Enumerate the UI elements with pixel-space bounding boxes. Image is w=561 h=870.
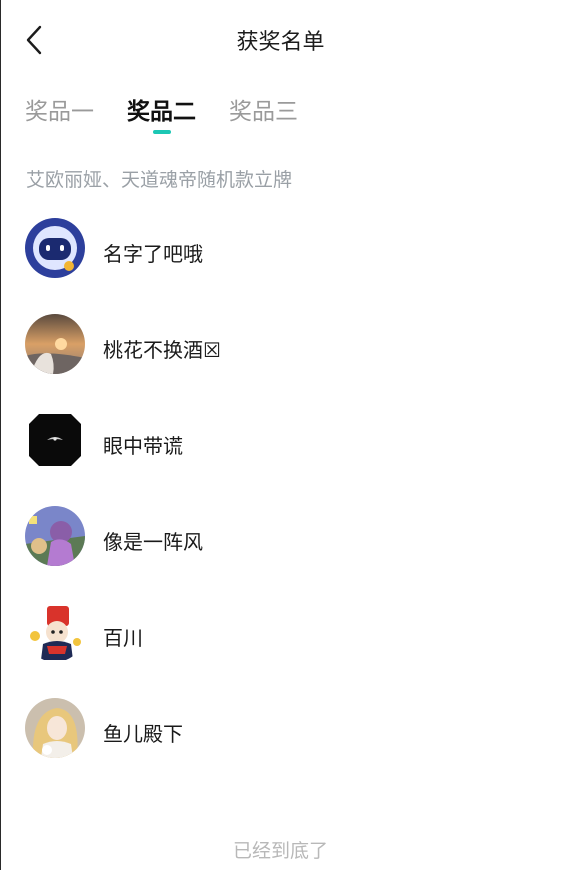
robot-avatar-icon: [25, 218, 85, 278]
anime-girl-avatar-icon: [25, 698, 85, 758]
left-edge-line: [0, 0, 1, 870]
list-item[interactable]: 鱼儿殿下: [25, 698, 535, 760]
avatar: [25, 506, 85, 566]
cartoon-avatar-icon: [25, 602, 85, 662]
winner-name: 名字了吧哦: [103, 242, 203, 266]
winner-name: 百川: [103, 626, 143, 650]
sunset-avatar-icon: [25, 314, 85, 374]
tab-prize-3[interactable]: 奖品三: [229, 92, 298, 126]
prize-description: 艾欧丽娅、天道魂帝随机款立牌: [26, 169, 293, 191]
end-of-list-text: 已经到底了: [232, 840, 328, 862]
game-character-avatar-icon: [25, 506, 85, 566]
list-item[interactable]: 名字了吧哦: [25, 218, 535, 280]
list-item[interactable]: 眼中带谎: [25, 410, 535, 472]
header: 获奖名单: [0, 0, 561, 80]
tab-prize-1[interactable]: 奖品一: [25, 92, 94, 126]
winner-name: 像是一阵风: [103, 530, 203, 554]
list-item[interactable]: 像是一阵风: [25, 506, 535, 568]
avatar: [25, 698, 85, 758]
dark-logo-avatar-icon: [25, 410, 85, 470]
avatar: [25, 218, 85, 278]
avatar: [25, 314, 85, 374]
winner-name: 鱼儿殿下: [103, 722, 183, 746]
active-tab-indicator: [153, 130, 171, 134]
avatar: [25, 602, 85, 662]
winner-name: 桃花不换酒☒: [103, 338, 221, 362]
tab-prize-2[interactable]: 奖品二: [127, 92, 196, 126]
list-item[interactable]: 百川: [25, 602, 535, 664]
list-item[interactable]: 桃花不换酒☒: [25, 314, 535, 376]
page-title: 获奖名单: [236, 30, 325, 55]
avatar: [25, 410, 85, 470]
winner-name: 眼中带谎: [103, 434, 183, 458]
